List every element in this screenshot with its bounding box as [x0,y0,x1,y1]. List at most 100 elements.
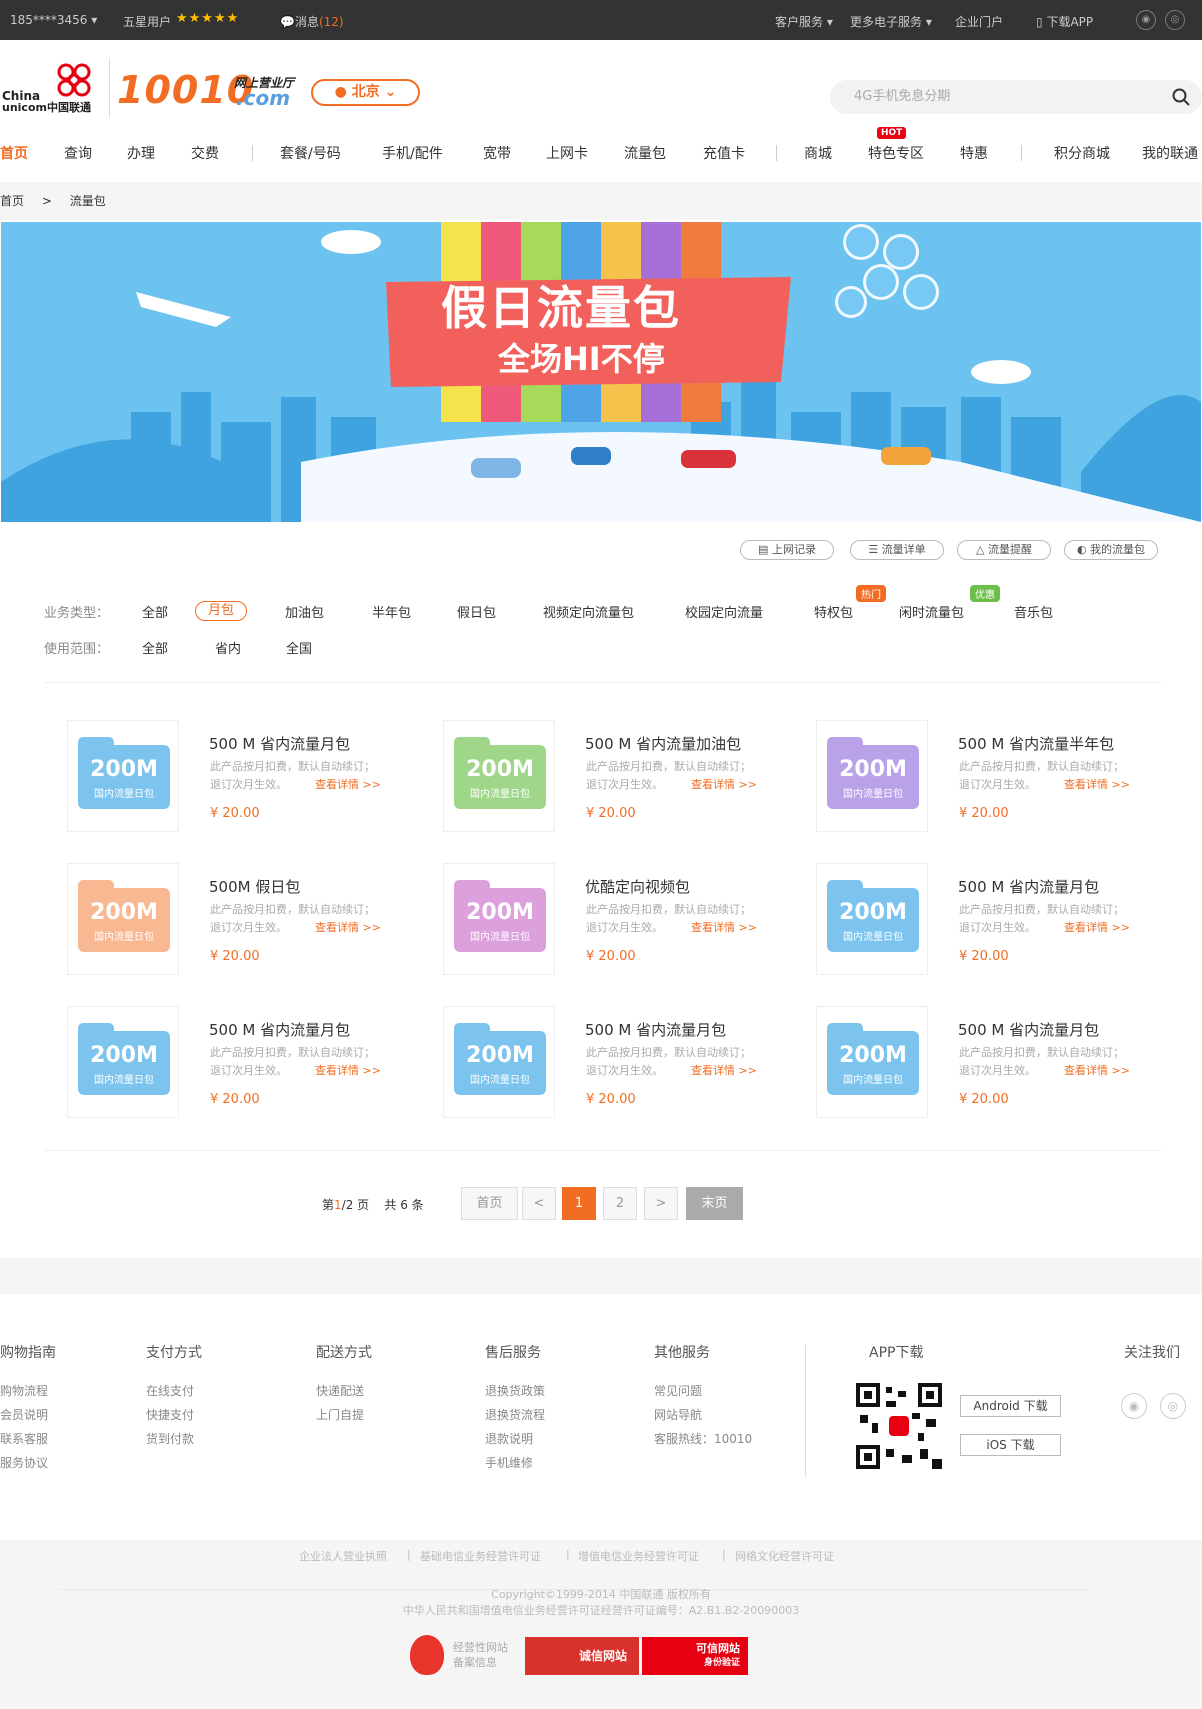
product-title[interactable]: 500 M 省内流量月包 [585,1019,726,1040]
wechat-icon[interactable]: ◉ [1121,1393,1147,1419]
filter-type-privilege[interactable]: 特权包 [814,602,853,621]
next-page-button[interactable]: > [644,1187,678,1220]
last-page-button[interactable]: 末页 [686,1187,743,1220]
page-1-button[interactable]: 1 [562,1187,596,1220]
license-link[interactable]: 企业法人营业执照 [299,1548,387,1564]
footer-link[interactable]: 服务协议 [0,1454,48,1471]
wechat-icon[interactable]: ◉ [1136,10,1156,30]
license-link[interactable]: 网络文化经营许可证 [735,1548,834,1564]
view-details-link[interactable]: 查看详情 >> [315,1064,381,1077]
promo-banner[interactable]: 假日流量包 全场HI不停 [1,222,1201,522]
product-title[interactable]: 500 M 省内流量半年包 [958,733,1114,754]
product-title[interactable]: 500 M 省内流量加油包 [585,733,741,754]
nav-points-mall[interactable]: 积分商城 [1054,143,1110,163]
data-detail-button[interactable]: ☰ 流量详单 [850,540,944,560]
filter-type-music[interactable]: 音乐包 [1014,602,1053,621]
download-app-link[interactable]: ▯ 下载APP [1036,13,1093,30]
footer-link[interactable]: 退换货政策 [485,1382,545,1399]
footer-link[interactable]: 常见问题 [654,1382,702,1399]
license-link[interactable]: 增值电信业务经营许可证 [578,1548,699,1564]
product-image[interactable]: 200M 国内流量日包 [816,1006,928,1118]
nav-query[interactable]: 查询 [64,143,92,163]
nav-recharge[interactable]: 充值卡 [703,143,745,163]
search-icon[interactable] [1172,88,1190,106]
footer-link[interactable]: 货到付款 [146,1430,194,1447]
icp-badge[interactable]: 经营性网站 备案信息 [453,1640,508,1670]
weibo-icon[interactable]: ◎ [1165,10,1185,30]
filter-scope-province[interactable]: 省内 [215,638,241,657]
footer-link[interactable]: 在线支付 [146,1382,194,1399]
view-details-link[interactable]: 查看详情 >> [1064,778,1130,791]
footer-link[interactable]: 上门自提 [316,1406,364,1423]
prev-page-button[interactable]: < [522,1187,556,1220]
first-page-button[interactable]: 首页 [461,1187,518,1220]
product-image[interactable]: 200M 国内流量日包 [443,863,555,975]
view-details-link[interactable]: 查看详情 >> [691,1064,757,1077]
nav-home[interactable]: 首页 [0,143,28,163]
product-title[interactable]: 500 M 省内流量月包 [958,1019,1099,1040]
nav-data-card[interactable]: 上网卡 [546,143,588,163]
nav-plans[interactable]: 套餐/号码 [280,143,341,163]
product-image[interactable]: 200M 国内流量日包 [443,720,555,832]
enterprise-link[interactable]: 企业门户 [955,13,1003,30]
nav-broadband[interactable]: 宽带 [483,143,511,163]
search-input[interactable]: 4G手机免息分期 [830,80,1202,114]
trust-badge[interactable]: 诚信网站 [525,1637,639,1675]
nav-phones[interactable]: 手机/配件 [382,143,443,163]
verified-badge[interactable]: 可信网站 身份验证 [642,1637,748,1675]
nav-payment[interactable]: 交费 [191,143,219,163]
filter-type-half-year[interactable]: 半年包 [372,602,411,621]
filter-type-idle[interactable]: 闲时流量包 [899,602,964,621]
messages-link[interactable]: 💬消息(12) [280,13,344,30]
browse-record-button[interactable]: ▤ 上网记录 [740,540,834,560]
city-selector[interactable]: ● 北京 ⌄ [311,79,420,106]
nav-deals[interactable]: 特惠 [960,143,988,163]
product-image[interactable]: 200M 国内流量日包 [816,863,928,975]
product-title[interactable]: 500 M 省内流量月包 [209,1019,350,1040]
nav-mall[interactable]: 商城 [804,143,832,163]
breadcrumb-home[interactable]: 首页 [0,194,24,208]
view-details-link[interactable]: 查看详情 >> [315,921,381,934]
filter-type-booster[interactable]: 加油包 [285,602,324,621]
nav-handle[interactable]: 办理 [127,143,155,163]
filter-scope-national[interactable]: 全国 [286,638,312,657]
footer-link[interactable]: 客服热线：10010 [654,1430,752,1447]
page-2-button[interactable]: 2 [603,1187,637,1220]
weibo-icon[interactable]: ◎ [1160,1393,1186,1419]
product-title[interactable]: 500 M 省内流量月包 [958,876,1099,897]
ios-download-button[interactable]: iOS 下载 [960,1434,1061,1456]
product-title[interactable]: 500 M 省内流量月包 [209,733,350,754]
filter-type-campus[interactable]: 校园定向流量 [685,602,763,621]
filter-type-all[interactable]: 全部 [142,602,168,621]
product-image[interactable]: 200M 国内流量日包 [816,720,928,832]
view-details-link[interactable]: 查看详情 >> [691,778,757,791]
footer-link[interactable]: 退换货流程 [485,1406,545,1423]
nav-featured[interactable]: 特色专区 [868,143,924,163]
product-title[interactable]: 优酷定向视频包 [585,876,690,897]
footer-link[interactable]: 网站导航 [654,1406,702,1423]
product-image[interactable]: 200M 国内流量日包 [67,1006,179,1118]
user-phone[interactable]: 185****3456 ▾ [10,13,97,27]
product-image[interactable]: 200M 国内流量日包 [67,863,179,975]
footer-link[interactable]: 会员说明 [0,1406,48,1423]
customer-service-menu[interactable]: 客户服务 ▾ [775,13,833,30]
footer-link[interactable]: 快递配送 [316,1382,364,1399]
view-details-link[interactable]: 查看详情 >> [691,921,757,934]
footer-link[interactable]: 快捷支付 [146,1406,194,1423]
view-details-link[interactable]: 查看详情 >> [1064,921,1130,934]
view-details-link[interactable]: 查看详情 >> [315,778,381,791]
my-data-pack-button[interactable]: ◐ 我的流量包 [1064,540,1158,560]
nav-my-unicom[interactable]: 我的联通 [1142,143,1198,163]
footer-link[interactable]: 手机维修 [485,1454,533,1471]
data-alert-button[interactable]: △ 流量提醒 [957,540,1051,560]
product-image[interactable]: 200M 国内流量日包 [67,720,179,832]
more-services-menu[interactable]: 更多电子服务 ▾ [850,13,932,30]
product-title[interactable]: 500M 假日包 [209,876,300,897]
footer-link[interactable]: 购物流程 [0,1382,48,1399]
filter-scope-all[interactable]: 全部 [142,638,168,657]
product-image[interactable]: 200M 国内流量日包 [443,1006,555,1118]
view-details-link[interactable]: 查看详情 >> [1064,1064,1130,1077]
android-download-button[interactable]: Android 下载 [960,1395,1061,1417]
footer-link[interactable]: 联系客服 [0,1430,48,1447]
footer-link[interactable]: 退款说明 [485,1430,533,1447]
